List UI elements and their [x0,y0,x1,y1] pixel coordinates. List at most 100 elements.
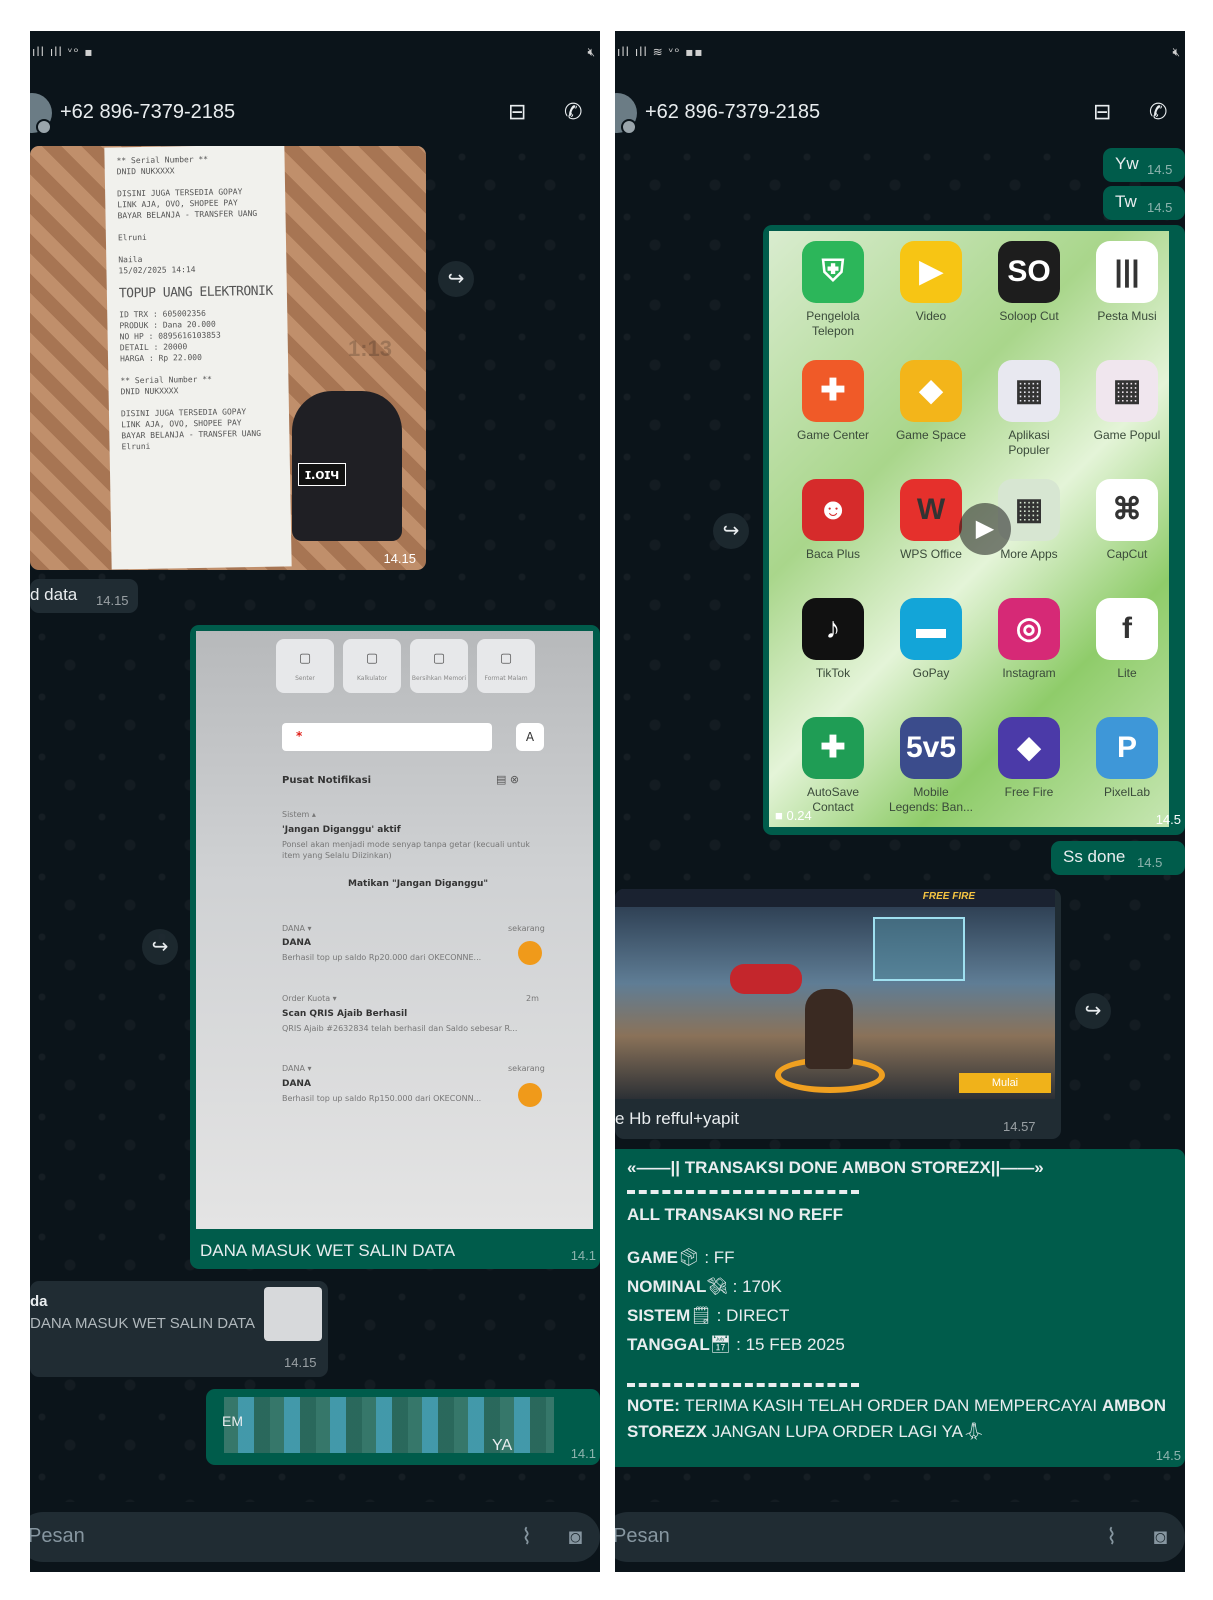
trx-tanggal: TANGGAL📅︎ : 15 FEB 2025 [627,1330,1175,1359]
app-game-popul: ▦ Game Popul [1079,360,1175,443]
reply-thumbnail [264,1287,322,1341]
text-message[interactable]: Yw 14.5 [1103,148,1185,182]
receipt-paper: ** Serial Number ** DNID NUKXXXX DISINI J… [104,146,292,570]
app-label: GoPay [912,666,950,680]
game-value: : FF [704,1248,735,1267]
app-label: Instagram [1002,666,1056,680]
contact-phone[interactable]: +62 896-7379-2185 [60,101,235,124]
calendar-icon: 📅︎ [709,1335,732,1354]
attach-icon[interactable]: ⌇ [1106,1524,1117,1550]
text-message[interactable]: Tw 14.5 [1103,186,1185,220]
image-caption: e Hb refful+yapit [615,1109,739,1128]
app-label: Baca Plus [805,547,861,561]
message-text: Ss done [1063,847,1126,866]
message-input[interactable]: Pesan ⌇ ◙ [615,1512,1185,1562]
app-video: ▶ Video [883,241,979,324]
app-gopay: ▬ GoPay [883,598,979,681]
mute-icon: 🔇︎ [587,45,596,59]
app-icon: ||| [1096,241,1158,303]
n1-app: DANA ▾ [282,924,312,933]
video-message[interactable]: ⛨ Pengelola Telepon ▶ Video SO Soloop Cut ||| P… [763,225,1185,835]
app-icon: ⛨ [802,241,864,303]
camera-icon[interactable]: ◙ [569,1524,582,1550]
input-placeholder: Pesan [30,1525,85,1547]
dnd-desc: Ponsel akan menjadi mode senyap tanpa ge… [282,840,530,860]
nominal-label: NOMINAL [627,1277,707,1296]
message-input-bar: Pesan ⌇ ◙ [30,1502,600,1572]
message-time: 14.5 [1155,1448,1181,1463]
forward-icon[interactable]: ↪ [438,261,474,297]
avatar[interactable] [615,93,637,135]
input-placeholder: Pesan [615,1525,670,1547]
game-title: FREE FIRE [922,891,975,902]
n2-title: Scan QRIS Ajaib Berhasil [282,1009,408,1019]
note-text: TERIMA KASIH TELAH ORDER DAN MEMPERCAYAI [679,1396,1102,1415]
app-capcut: ⌘ CapCut [1079,479,1175,562]
dnd-action: Matikan "Jangan Diganggu" [348,879,489,889]
app-label: Mobile Legends: Ban... [888,785,974,814]
forward-icon[interactable]: ↪ [1075,993,1111,1029]
forward-icon[interactable]: ↪ [713,513,749,549]
text-message[interactable]: Ss done 14.5 [1051,841,1185,875]
dana-icon [518,941,542,965]
app-icon: ▦ [998,360,1060,422]
message-text: Tw [1115,192,1137,211]
tanggal-label: TANGGAL [627,1335,710,1354]
avatar[interactable] [30,93,52,135]
app-label: WPS Office [900,547,962,561]
app-aplikasi-populer: ▦ Aplikasi Populer [981,360,1077,458]
reply-message[interactable]: da DANA MASUK WET SALIN DATA 14.15 [30,1281,328,1377]
add-call-icon[interactable]: ✆ [564,99,582,125]
receipt-details: ID TRX : 605002356 PRODUK : Dana 20.000 NO… [119,307,277,453]
app-mobile-legends-ban: 5v5 Mobile Legends: Ban... [883,717,979,815]
divider [627,1383,859,1387]
sandal: ɪ.oɪч [292,391,402,541]
add-call-icon[interactable]: ✆ [1149,99,1167,125]
receipt-image-message[interactable]: ** Serial Number ** DNID NUKXXXX DISINI J… [30,146,426,570]
app-icon: ✚ [802,717,864,779]
game-screenshot: FREE FIRE Mulai [615,889,1055,1099]
transaction-message[interactable]: «——|| TRANSAKSI DONE AMBON STOREZX||——» … [615,1149,1185,1467]
notification-screenshot-message[interactable]: Senter Kalkulator Bersihkan Memori Forma… [190,625,600,1269]
app-label: PixelLab [1103,785,1151,799]
message-text: YA [492,1437,513,1454]
reply-name: da [30,1293,48,1310]
game-image-message[interactable]: FREE FIRE Mulai e Hb refful+yapit 14.57 [615,889,1061,1139]
contact-phone[interactable]: +62 896-7379-2185 [645,101,820,124]
chat-screenshot-right: ıll ıll ≋ ᵛᵒ ▪▪ 🔇︎ +62 896-7379-2185 ⊟ ✆… [615,31,1185,1572]
chat-header: +62 896-7379-2185 ⊟ ✆ [30,77,600,145]
play-icon[interactable]: ▶ [959,503,1011,555]
mute-icon: 🔇︎ [1172,45,1181,59]
app-icon: 5v5 [900,717,962,779]
app-lite: f Lite [1079,598,1175,681]
app-label: Free Fire [1004,785,1054,799]
trx-nominal: NOMINAL💸︎ : 170K [627,1272,1175,1301]
app-soloop-cut: SO Soloop Cut [981,241,1077,324]
duration-text: 0.24 [786,808,812,823]
message-time: 14.1 [570,1446,596,1461]
app-label: Game Popul [1093,428,1161,442]
tanggal-value: : 15 FEB 2025 [736,1335,845,1354]
blurred-message[interactable]: EM YA 14.1 [206,1389,600,1465]
store-icon[interactable]: ⊟ [508,99,526,125]
status-bar: ıll ıll ᵛᵒ ▪ 🔇︎ [30,31,600,77]
search-bar: * [282,723,492,751]
text-message[interactable]: d data 14.15 [30,579,138,613]
camera-icon[interactable]: ◙ [1154,1524,1167,1550]
transaction-body: «——|| TRANSAKSI DONE AMBON STOREZX||——» … [627,1153,1175,1445]
forward-icon[interactable]: ↪ [142,929,178,965]
message-time: 14.1 [570,1248,596,1263]
message-time: 14.57 [1003,1119,1036,1134]
n3-app: DANA ▾ [282,1064,312,1073]
message-input[interactable]: Pesan ⌇ ◙ [30,1512,600,1562]
signal-indicators: ıll ıll ᵛᵒ ▪ [32,45,94,59]
note-tail: JANGAN LUPA ORDER LAGI YA [706,1422,964,1441]
dnd-app: Sistem ▴ [282,810,316,819]
attach-icon[interactable]: ⌇ [521,1524,532,1550]
sandal-text: ɪ.oɪч [298,463,347,486]
settings-icon: ▤ ⊗ [496,773,520,786]
nominal-value: : 170K [732,1277,782,1296]
store-icon[interactable]: ⊟ [1093,99,1111,125]
app-icon: ▦ [1096,360,1158,422]
app-tiktok: ♪ TikTok [785,598,881,681]
